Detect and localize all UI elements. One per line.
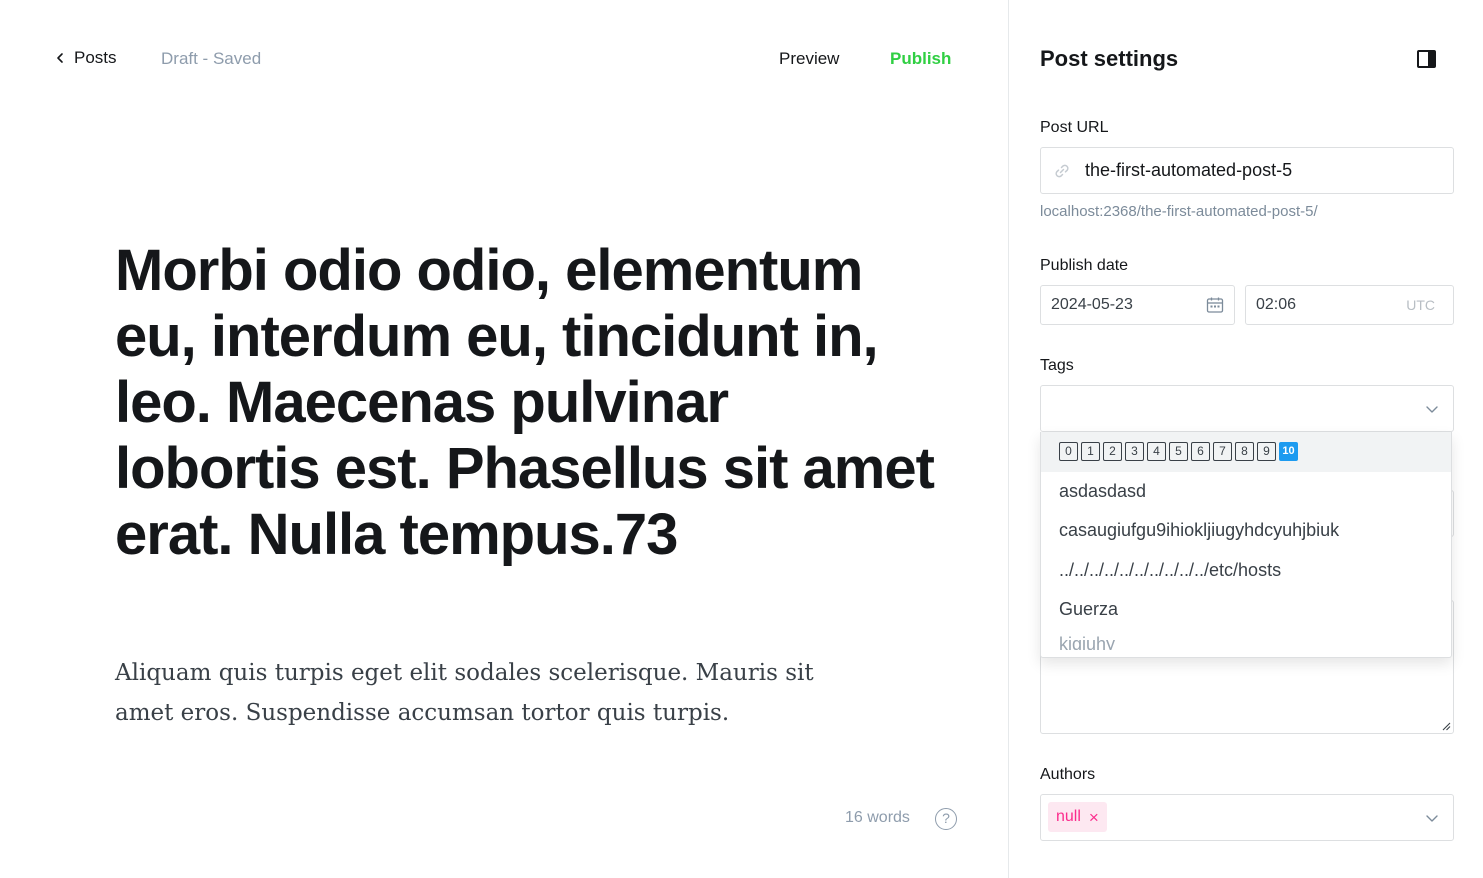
chevron-down-icon bbox=[1426, 815, 1438, 822]
link-icon bbox=[1055, 164, 1069, 177]
post-url-value: the-first-automated-post-5 bbox=[1085, 160, 1293, 180]
calendar-icon[interactable] bbox=[1206, 296, 1224, 314]
tags-dropdown: 0 1 2 3 4 5 6 7 8 9 10 asdasdasd casaugi… bbox=[1040, 432, 1452, 658]
editor-topbar: Posts Draft - Saved Preview Publish bbox=[0, 0, 1008, 118]
chevron-down-icon bbox=[1426, 406, 1438, 413]
publish-time-input[interactable]: 02:06 UTC bbox=[1245, 285, 1454, 325]
author-chip[interactable]: null × bbox=[1048, 802, 1107, 832]
keycap-0: 0 bbox=[1059, 442, 1078, 462]
keycap-9: 9 bbox=[1257, 442, 1276, 462]
tag-option[interactable]: ../../../../../../../../../../etc/hosts bbox=[1041, 551, 1451, 591]
keycap-5: 5 bbox=[1169, 442, 1188, 462]
post-url-input[interactable]: the-first-automated-post-5 bbox=[1040, 147, 1454, 194]
keycap-2: 2 bbox=[1103, 442, 1122, 462]
back-link-label: Posts bbox=[74, 48, 117, 67]
resize-handle-icon[interactable] bbox=[1441, 721, 1451, 731]
post-title[interactable]: Morbi odio odio, elementum eu, interdum … bbox=[115, 238, 935, 568]
keycap-3: 3 bbox=[1125, 442, 1144, 462]
keycap-6: 6 bbox=[1191, 442, 1210, 462]
word-count: 16 words bbox=[845, 809, 910, 826]
publish-date-input[interactable]: 2024-05-23 bbox=[1040, 285, 1235, 325]
publish-time-value: 02:06 bbox=[1256, 296, 1297, 313]
keycap-7: 7 bbox=[1213, 442, 1232, 462]
authors-label: Authors bbox=[1040, 766, 1096, 783]
post-url-hint: localhost:2368/the-first-automated-post-… bbox=[1040, 203, 1318, 220]
publish-date-value: 2024-05-23 bbox=[1051, 296, 1133, 313]
panel-title: Post settings bbox=[1040, 46, 1179, 71]
keycap-10: 10 bbox=[1279, 442, 1298, 462]
tag-option[interactable]: asdasdasd bbox=[1041, 472, 1451, 512]
chevron-left-icon bbox=[57, 53, 63, 63]
tags-label: Tags bbox=[1040, 357, 1074, 374]
authors-select[interactable]: null × bbox=[1040, 794, 1454, 841]
keycap-4: 4 bbox=[1147, 442, 1166, 462]
save-status: Draft - Saved bbox=[161, 49, 262, 68]
keycap-1: 1 bbox=[1081, 442, 1100, 462]
keycap-8: 8 bbox=[1235, 442, 1254, 462]
preview-button[interactable]: Preview bbox=[779, 49, 839, 69]
question-circle-icon[interactable]: ? bbox=[935, 808, 957, 830]
remove-author-icon[interactable]: × bbox=[1089, 809, 1099, 826]
tag-option-keycaps[interactable]: 0 1 2 3 4 5 6 7 8 9 10 bbox=[1041, 432, 1451, 472]
tag-option[interactable]: casaugiufgu9ihiokljiugyhdcyuhjbiuk bbox=[1041, 511, 1451, 551]
timezone-label: UTC bbox=[1406, 297, 1435, 313]
post-excerpt[interactable]: Aliquam quis turpis eget elit sodales sc… bbox=[115, 653, 875, 733]
tag-option[interactable]: Guerza bbox=[1041, 590, 1451, 630]
tags-select[interactable] bbox=[1040, 385, 1454, 432]
sidebar-toggle-icon[interactable] bbox=[1417, 50, 1436, 68]
post-url-label: Post URL bbox=[1040, 119, 1109, 136]
tag-option[interactable]: kigiuhy bbox=[1041, 630, 1451, 650]
publish-date-label: Publish date bbox=[1040, 257, 1129, 274]
editor-pane: Posts Draft - Saved Preview Publish Morb… bbox=[0, 0, 1008, 878]
publish-button[interactable]: Publish bbox=[890, 49, 951, 69]
back-to-posts-link[interactable]: Posts bbox=[54, 48, 117, 68]
author-chip-label: null bbox=[1056, 808, 1081, 825]
